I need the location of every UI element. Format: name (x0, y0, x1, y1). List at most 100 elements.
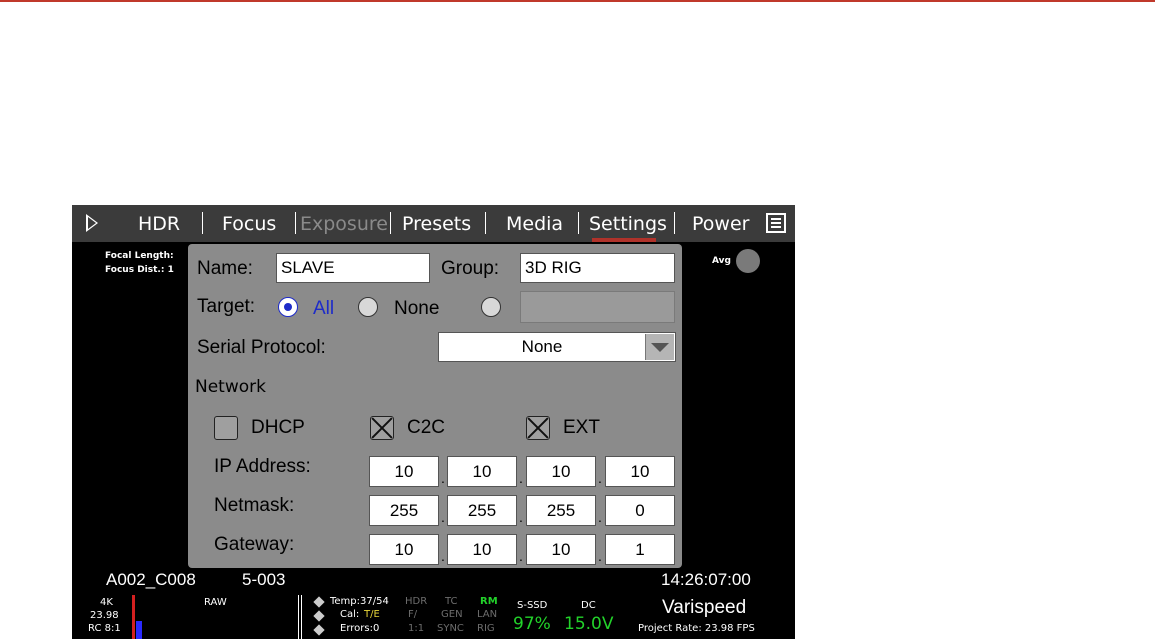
menu-list-icon[interactable] (766, 213, 786, 233)
gateway-octet-1[interactable]: 10 (369, 534, 439, 565)
ip-octet-1[interactable]: 10 (369, 456, 439, 487)
ratio-indicator: 1:1 (408, 623, 425, 634)
avg-indicator-icon (736, 249, 760, 273)
menu-item-power[interactable]: Power (692, 213, 749, 235)
temperature: Temp:37/54 (330, 596, 389, 607)
media-remaining: 97% (513, 614, 551, 634)
errors-count: Errors:0 (340, 623, 380, 634)
gateway-label: Gateway: (214, 534, 295, 555)
target-none-label: None (394, 298, 440, 319)
sync-indicator: SYNC (437, 623, 464, 634)
group-label: Group: (441, 258, 500, 279)
histogram-red-channel (132, 595, 135, 639)
target-none-radio[interactable] (358, 297, 378, 317)
menu-item-exposure: Exposure (300, 213, 388, 235)
temp-status-icon (313, 596, 325, 608)
netmask-octet-3[interactable]: 255 (526, 495, 596, 526)
media-type: S-SSD (517, 600, 548, 611)
serial-protocol-label: Serial Protocol: (197, 337, 326, 358)
c2c-checkbox[interactable] (370, 416, 394, 440)
gateway-dot: . (441, 548, 445, 564)
menu-item-presets[interactable]: Presets (402, 213, 471, 235)
status-bar: 4K 23.98 RC 8:1 RAW Temp:37/54 Cal: T/E … (72, 595, 795, 639)
target-all-radio[interactable] (278, 297, 298, 317)
settings-panel: Name: SLAVE Group: 3D RIG Target: All No… (188, 244, 682, 568)
chevron-down-icon[interactable] (645, 334, 674, 360)
netmask-octet-2[interactable]: 255 (447, 495, 517, 526)
name-field[interactable]: SLAVE (276, 253, 430, 283)
menu-item-media[interactable]: Media (506, 213, 563, 235)
target-custom-radio[interactable] (481, 297, 501, 317)
gateway-octet-4[interactable]: 1 (605, 534, 675, 565)
ip-dot: . (519, 470, 523, 486)
histogram-blue-channel (136, 621, 142, 639)
ip-dot: . (598, 470, 602, 486)
serial-protocol-select[interactable]: None (438, 332, 676, 362)
redcode-ratio: RC 8:1 (88, 623, 121, 634)
target-custom-field (520, 291, 675, 323)
menu-separator (578, 212, 579, 234)
target-label: Target: (197, 296, 256, 317)
group-field[interactable]: 3D RIG (520, 253, 675, 283)
menu-separator (295, 212, 296, 234)
lan-indicator: LAN (477, 609, 498, 620)
timecode: 14:26:07:00 (661, 570, 751, 589)
netmask-octet-4[interactable]: 0 (605, 495, 675, 526)
ip-octet-4[interactable]: 10 (605, 456, 675, 487)
netmask-dot: . (519, 509, 523, 525)
resolution: 4K (100, 597, 113, 608)
focal-length-label: Focal Length: (105, 251, 174, 261)
focus-distance-label: Focus Dist.: 1 (105, 265, 174, 275)
gateway-dot: . (519, 548, 523, 564)
project-rate: Project Rate: 23.98 FPS (638, 623, 755, 634)
power-source: DC (581, 600, 596, 611)
fps: 23.98 (90, 610, 119, 621)
gateway-dot: . (598, 548, 602, 564)
dhcp-label: DHCP (251, 417, 305, 438)
varispeed-label: Varispeed (662, 597, 747, 618)
ip-octet-2[interactable]: 10 (447, 456, 517, 487)
cal-value: T/E (364, 609, 380, 620)
netmask-octet-1[interactable]: 255 (369, 495, 439, 526)
menu-separator (390, 212, 391, 234)
ip-address-label: IP Address: (214, 456, 311, 477)
menu-item-focus[interactable]: Focus (222, 213, 276, 235)
scene-take: 5-003 (242, 570, 286, 589)
tc-indicator: TC (445, 596, 458, 607)
target-all-label: All (313, 298, 335, 319)
netmask-dot: . (598, 509, 602, 525)
netmask-dot: . (441, 509, 445, 525)
top-divider-line (0, 0, 1155, 2)
clip-name: A002_C008 (106, 570, 196, 589)
voltage: 15.0V (564, 614, 614, 634)
raw-label: RAW (204, 597, 227, 608)
menu-separator (674, 212, 675, 234)
gateway-octet-3[interactable]: 10 (526, 534, 596, 565)
menu-separator (485, 212, 486, 234)
histogram-bound (298, 595, 302, 639)
serial-protocol-value: None (521, 337, 563, 356)
menu-item-settings[interactable]: Settings (589, 213, 667, 235)
play-icon[interactable] (86, 214, 98, 232)
ip-dot: . (441, 470, 445, 486)
gateway-octet-2[interactable]: 10 (447, 534, 517, 565)
top-menu-bar: HDR Focus Exposure Presets Media Setting… (72, 205, 795, 242)
ext-label: EXT (563, 417, 600, 438)
menu-separator (202, 212, 203, 234)
errors-status-icon (313, 624, 325, 636)
cal-status-icon (313, 610, 325, 622)
rig-indicator: RIG (477, 623, 495, 634)
f-stop-indicator: F/ (408, 609, 418, 620)
menu-item-hdr[interactable]: HDR (138, 213, 180, 235)
network-heading: Network (195, 377, 266, 397)
hdr-indicator: HDR (405, 596, 428, 607)
selected-tab-indicator (592, 238, 656, 242)
ip-octet-3[interactable]: 10 (526, 456, 596, 487)
avg-label: Avg (712, 256, 731, 266)
cal-label: Cal: (340, 609, 360, 620)
gen-indicator: GEN (441, 609, 463, 620)
dhcp-checkbox[interactable] (214, 416, 238, 440)
c2c-label: C2C (407, 417, 446, 438)
netmask-label: Netmask: (214, 495, 295, 516)
ext-checkbox[interactable] (526, 416, 550, 440)
